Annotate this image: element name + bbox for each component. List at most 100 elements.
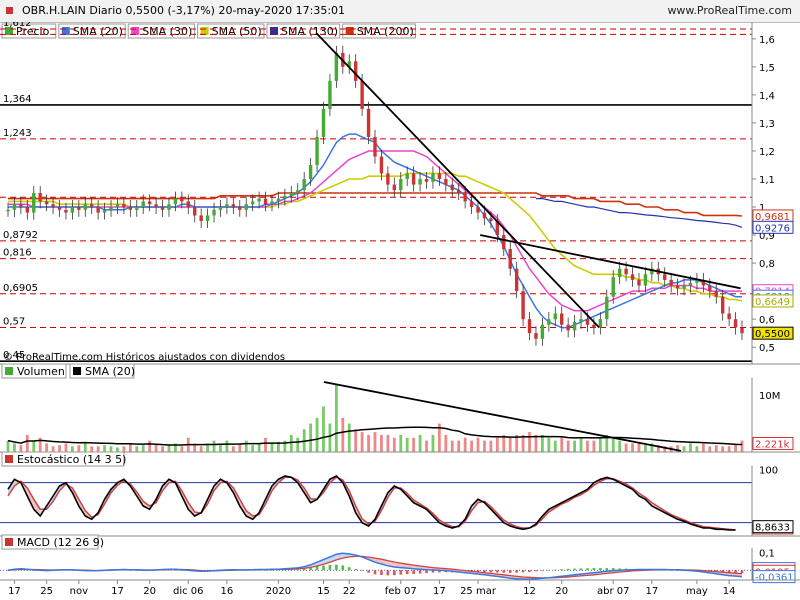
volume-bar <box>463 437 467 452</box>
volume-sma-legend-label: SMA (20) <box>85 365 135 378</box>
x-tick-label: 2020 <box>266 586 291 597</box>
candle-body <box>708 285 712 292</box>
candle-body <box>115 204 120 208</box>
x-tick-label: feb 07 <box>385 586 417 597</box>
candle-body <box>289 193 293 196</box>
candle-body <box>366 108 371 137</box>
volume-bar <box>6 440 10 452</box>
candle-body <box>83 204 87 210</box>
stoch-legend-swatch <box>5 455 13 463</box>
candle-body <box>450 184 454 191</box>
volume-bar <box>128 443 132 452</box>
macd-hist-bar <box>579 568 583 571</box>
candle-body <box>682 285 686 289</box>
volume-bar <box>251 445 255 452</box>
macd-line <box>7 552 743 580</box>
volume-bar <box>231 446 235 452</box>
volume-bar <box>161 446 164 452</box>
candle-body <box>502 235 506 250</box>
candle-body <box>605 296 609 320</box>
x-tick-label: 22 <box>343 586 356 597</box>
volume-bar <box>19 445 23 452</box>
site-link[interactable]: www.ProRealTime.com <box>667 4 792 17</box>
candle-body <box>315 136 319 165</box>
x-tick-label: 15 <box>317 586 330 597</box>
candle-body <box>167 204 171 210</box>
volume-bar <box>199 446 203 452</box>
volume-bar <box>547 437 551 452</box>
price-tick-label: 1,6 <box>759 35 775 46</box>
macd-hist-bar <box>489 570 493 573</box>
candle-body <box>64 209 68 213</box>
macd-hist-bar <box>566 568 570 571</box>
x-tick-label: 17 <box>8 586 21 597</box>
level-label: 1,612 <box>3 22 32 29</box>
volume-bar <box>13 443 16 452</box>
macd-hist-bar <box>740 570 744 574</box>
volume-bar <box>405 437 409 452</box>
volume-bar <box>367 434 370 452</box>
candle-body <box>360 80 364 109</box>
macd-hist-bar <box>586 568 589 571</box>
volume-bar <box>347 423 351 452</box>
candle-body <box>19 204 23 208</box>
candle-body <box>514 268 519 292</box>
chart-canvas[interactable]: Precio SMA (20) SMA (30) SMA (50) SMA (130) S… <box>0 22 800 600</box>
candle-body <box>6 209 10 212</box>
candle-body <box>663 274 667 280</box>
trendline <box>479 234 741 290</box>
volume-bar <box>289 434 293 452</box>
volume-bar <box>141 445 145 452</box>
candle-body <box>521 291 525 320</box>
volume-bar <box>528 432 531 452</box>
candle-body <box>527 319 532 334</box>
price-tick-label: 1,4 <box>759 91 775 102</box>
volume-bar <box>444 434 448 452</box>
price-tick-label: 1,1 <box>759 175 775 186</box>
price-tick-label: 1,2 <box>759 147 775 158</box>
sma130-line <box>536 198 743 228</box>
candle-body <box>141 201 145 208</box>
volume-bar <box>727 446 731 452</box>
volume-bar <box>457 440 461 452</box>
candle-body <box>585 319 590 325</box>
volume-bar <box>637 443 641 452</box>
macd-legend-label: MACD (12 26 9) <box>17 536 104 549</box>
candle-body <box>379 156 384 174</box>
candle-body <box>508 249 512 269</box>
trendline <box>315 32 600 329</box>
volume-bar <box>579 437 583 452</box>
candle-body <box>250 201 255 205</box>
volume-bar <box>96 446 100 452</box>
stoch-tick-label: 100 <box>759 465 778 476</box>
candle-body <box>38 193 42 202</box>
volume-bar <box>689 443 692 452</box>
candle-body <box>733 319 738 328</box>
macd-hist-bar <box>553 569 557 571</box>
volume-bar <box>586 440 589 452</box>
volume-bar <box>373 432 377 452</box>
volume-bar <box>58 445 61 452</box>
macd-hist-bar <box>534 570 538 572</box>
volume-bar <box>624 443 628 452</box>
macd-hist-bar <box>386 570 390 576</box>
volume-bar <box>380 434 383 452</box>
volume-bar <box>148 440 152 452</box>
x-tick-label: 14 <box>723 586 736 597</box>
volume-bar <box>418 434 422 452</box>
candle-body <box>373 136 377 157</box>
volume-bar <box>598 437 602 452</box>
macd-hist-bar <box>528 570 531 572</box>
volume-bar <box>412 437 416 452</box>
candle-body <box>160 207 165 210</box>
candle-body <box>90 204 94 208</box>
macd-hist-bar <box>315 566 319 571</box>
volume-bar <box>212 440 216 452</box>
candle-body <box>469 201 474 208</box>
candle-body <box>154 204 158 208</box>
candle-body <box>740 327 744 334</box>
candle-body <box>534 333 538 339</box>
volume-bar <box>109 446 113 452</box>
volume-bar <box>270 443 274 452</box>
window-icon[interactable] <box>6 7 13 14</box>
